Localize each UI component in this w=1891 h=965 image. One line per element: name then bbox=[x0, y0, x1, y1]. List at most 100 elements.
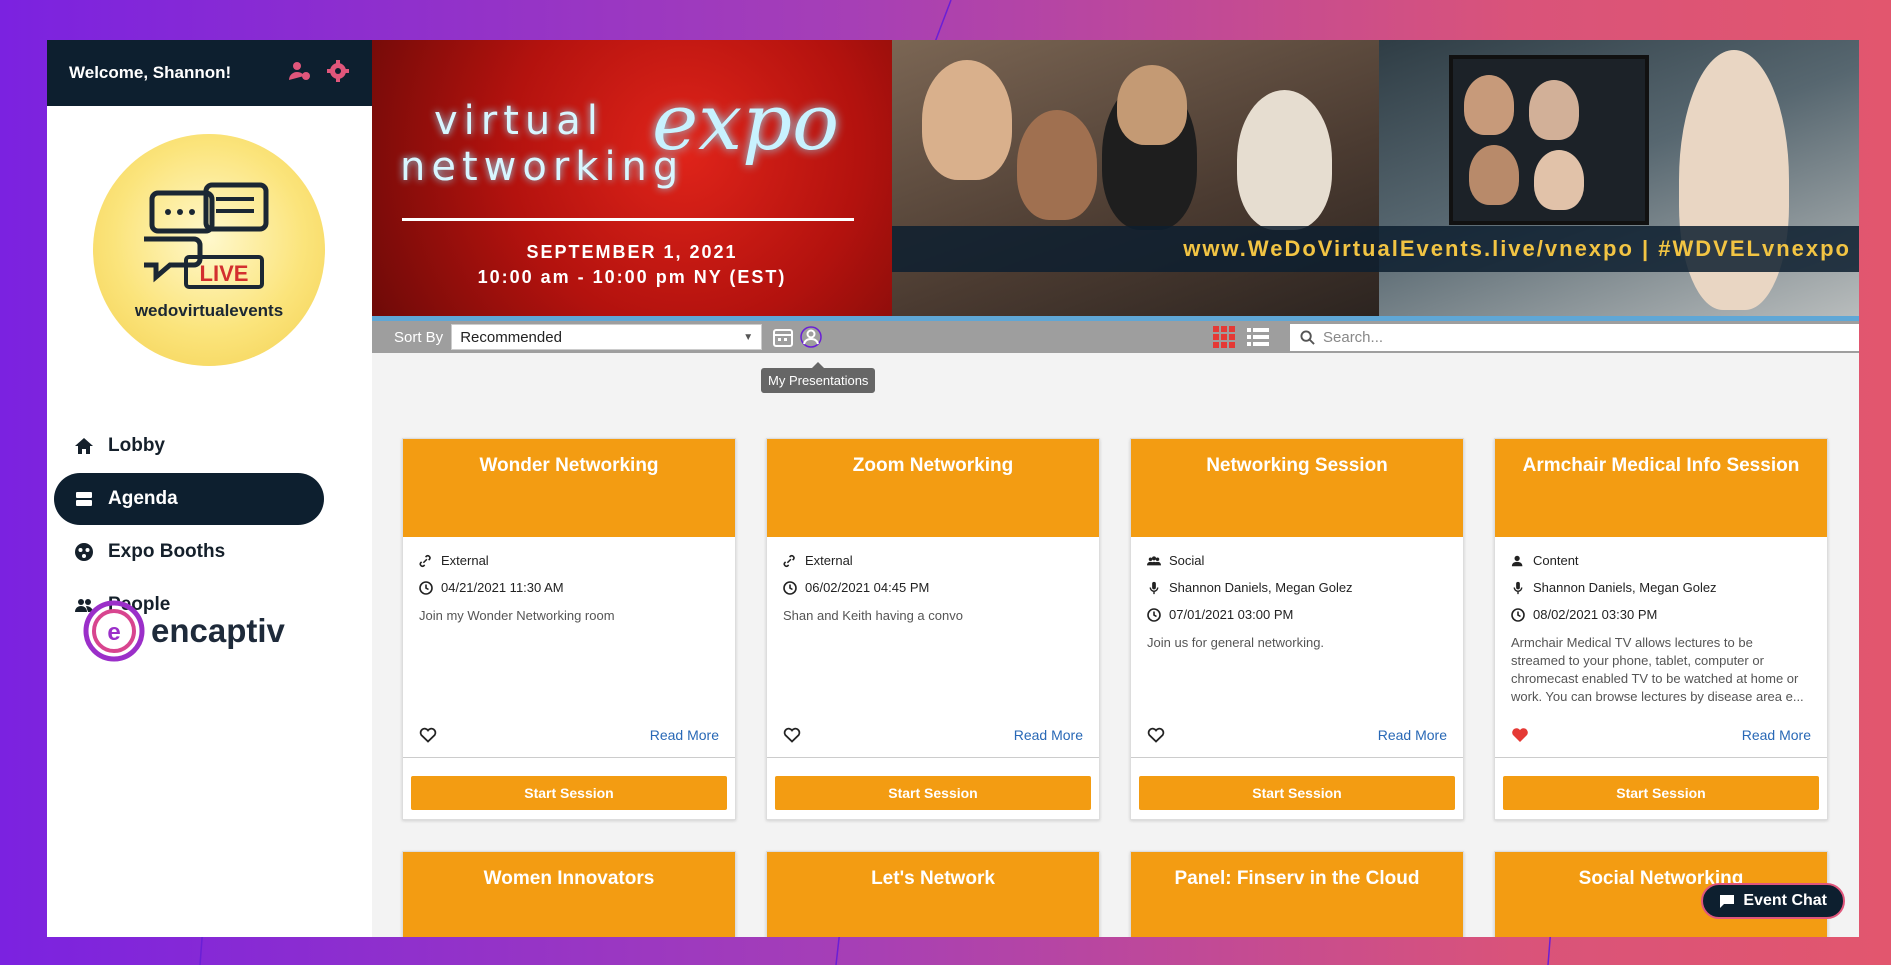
sidebar: Welcome, Shannon! LIVE wedovirtualevents… bbox=[47, 40, 372, 937]
banner-word-networking: networking bbox=[400, 144, 685, 190]
banner-photo-video-call bbox=[1379, 40, 1859, 316]
read-more-link[interactable]: Read More bbox=[1014, 727, 1083, 743]
banner-title-panel: virtual expo networking SEPTEMBER 1, 202… bbox=[372, 40, 892, 316]
session-footer: Read More bbox=[1147, 727, 1447, 743]
search-icon bbox=[1300, 330, 1315, 345]
live-badge: LIVE bbox=[200, 261, 249, 286]
heart-outline-icon[interactable] bbox=[1147, 727, 1165, 743]
group-icon bbox=[1147, 555, 1161, 565]
my-presentations-icon[interactable] bbox=[800, 326, 822, 348]
banner-date: SEPTEMBER 1, 2021 bbox=[526, 242, 738, 262]
session-datetime: 04/21/2021 11:30 AM bbox=[419, 580, 715, 595]
encaptiv-logo: e encaptiv bbox=[83, 600, 285, 662]
banner-url: www.WeDoVirtualEvents.live/vnexpo | #WDV… bbox=[892, 226, 1859, 272]
session-title[interactable]: Armchair Medical Info Session bbox=[1495, 439, 1827, 537]
sidebar-item-label: Lobby bbox=[108, 435, 165, 456]
session-title[interactable]: Panel: Finserv in the Cloud bbox=[1131, 852, 1463, 937]
search-input[interactable]: Search... bbox=[1290, 324, 1859, 351]
session-body: External 06/02/2021 04:45 PM Shan and Kei… bbox=[767, 537, 1099, 767]
event-logo: LIVE wedovirtualevents bbox=[93, 134, 325, 366]
session-description: Shan and Keith having a convo bbox=[783, 608, 963, 623]
read-more-link[interactable]: Read More bbox=[1742, 727, 1811, 743]
event-chat-button[interactable]: Event Chat bbox=[1701, 883, 1845, 919]
start-session-button[interactable]: Start Session bbox=[1503, 776, 1819, 810]
session-datetime: 08/02/2021 03:30 PM bbox=[1511, 607, 1807, 622]
session-datetime: 06/02/2021 04:45 PM bbox=[783, 580, 1079, 595]
sidebar-item-label: Expo Booths bbox=[108, 541, 226, 562]
session-card: Panel: Finserv in the Cloud bbox=[1130, 851, 1464, 937]
sidebar-item-label: Agenda bbox=[108, 488, 178, 509]
sidebar-item-lobby[interactable]: Lobby bbox=[54, 420, 324, 472]
profile-edit-icon[interactable] bbox=[288, 59, 312, 88]
event-chat-label: Event Chat bbox=[1743, 892, 1827, 909]
heart-outline-icon[interactable] bbox=[419, 727, 437, 743]
session-datetime: 07/01/2021 03:00 PM bbox=[1147, 607, 1443, 622]
session-card: Armchair Medical Info Session Content Sha… bbox=[1494, 438, 1828, 820]
read-more-link[interactable]: Read More bbox=[1378, 727, 1447, 743]
datetime-label: 07/01/2021 03:00 PM bbox=[1169, 607, 1294, 622]
chat-bubbles-icon: LIVE bbox=[144, 182, 269, 289]
agenda-toolbar: Sort By Recommended ▼ Search... bbox=[372, 321, 1859, 353]
my-presentations-tooltip: My Presentations bbox=[761, 362, 876, 393]
start-session-button[interactable]: Start Session bbox=[1139, 776, 1455, 810]
microphone-icon bbox=[1149, 581, 1159, 594]
session-footer: Read More bbox=[419, 727, 719, 743]
main-content: virtual expo networking SEPTEMBER 1, 202… bbox=[372, 40, 1859, 937]
clock-icon bbox=[1511, 607, 1525, 622]
sort-value: Recommended bbox=[460, 328, 562, 346]
list-view-icon[interactable] bbox=[1246, 325, 1270, 349]
gear-icon[interactable] bbox=[326, 59, 350, 88]
microphone-icon bbox=[1513, 581, 1523, 594]
banner-word-virtual: virtual bbox=[434, 98, 604, 144]
calendar-icon[interactable] bbox=[772, 326, 794, 348]
banner-photo-group bbox=[892, 40, 1379, 316]
brand-name: encaptiv bbox=[151, 612, 285, 649]
grid-view-icon[interactable] bbox=[1212, 325, 1236, 349]
session-card: Wonder Networking External 04/21/2021 11:… bbox=[402, 438, 736, 820]
chevron-down-icon: ▼ bbox=[743, 331, 754, 343]
card-divider bbox=[1495, 757, 1827, 758]
datetime-label: 08/02/2021 03:30 PM bbox=[1533, 607, 1658, 622]
session-title[interactable]: Let's Network bbox=[767, 852, 1099, 937]
welcome-text: Welcome, Shannon! bbox=[69, 63, 232, 82]
session-title[interactable]: Wonder Networking bbox=[403, 439, 735, 537]
view-toggle bbox=[1212, 325, 1270, 349]
app-window: Welcome, Shannon! LIVE wedovirtualevents… bbox=[47, 40, 1859, 937]
sidebar-item-agenda[interactable]: Agenda bbox=[54, 473, 324, 525]
person-icon bbox=[1511, 555, 1523, 566]
sort-label: Sort By bbox=[394, 328, 444, 346]
session-title[interactable]: Zoom Networking bbox=[767, 439, 1099, 537]
session-card: Let's Network bbox=[766, 851, 1100, 937]
sidebar-item-expo-booths[interactable]: Expo Booths bbox=[54, 526, 324, 578]
session-footer: Read More bbox=[1511, 727, 1811, 743]
heart-outline-icon[interactable] bbox=[783, 727, 801, 743]
sidebar-header: Welcome, Shannon! bbox=[47, 40, 372, 106]
session-description: Armchair Medical TV allows lectures to b… bbox=[1511, 635, 1804, 704]
banner-time: 10:00 am - 10:00 pm NY (EST) bbox=[477, 267, 787, 287]
session-speakers: Shannon Daniels, Megan Golez bbox=[1511, 580, 1807, 595]
session-type-label: Social bbox=[1169, 553, 1205, 568]
sort-select[interactable]: Recommended ▼ bbox=[451, 324, 763, 350]
heart-filled-icon[interactable] bbox=[1511, 727, 1529, 743]
brand-letter: e bbox=[107, 619, 120, 646]
speakers-label: Shannon Daniels, Megan Golez bbox=[1533, 580, 1717, 595]
start-session-button[interactable]: Start Session bbox=[775, 776, 1091, 810]
search-placeholder: Search... bbox=[1323, 329, 1384, 346]
chat-icon bbox=[1720, 895, 1735, 908]
clock-icon bbox=[783, 580, 797, 595]
start-session-button[interactable]: Start Session bbox=[411, 776, 727, 810]
speakers-label: Shannon Daniels, Megan Golez bbox=[1169, 580, 1353, 595]
read-more-link[interactable]: Read More bbox=[650, 727, 719, 743]
session-title[interactable]: Networking Session bbox=[1131, 439, 1463, 537]
session-card: Women Innovators bbox=[402, 851, 736, 937]
link-icon bbox=[783, 554, 795, 567]
card-divider bbox=[403, 757, 735, 758]
session-type-label: External bbox=[441, 553, 489, 568]
session-speakers: Shannon Daniels, Megan Golez bbox=[1147, 580, 1443, 595]
session-title[interactable]: Women Innovators bbox=[403, 852, 735, 937]
clock-icon bbox=[1147, 607, 1161, 622]
datetime-label: 04/21/2021 11:30 AM bbox=[441, 580, 564, 595]
datetime-label: 06/02/2021 04:45 PM bbox=[805, 580, 930, 595]
session-type: Content bbox=[1511, 553, 1807, 568]
session-body: External 04/21/2021 11:30 AM Join my Wond… bbox=[403, 537, 735, 767]
